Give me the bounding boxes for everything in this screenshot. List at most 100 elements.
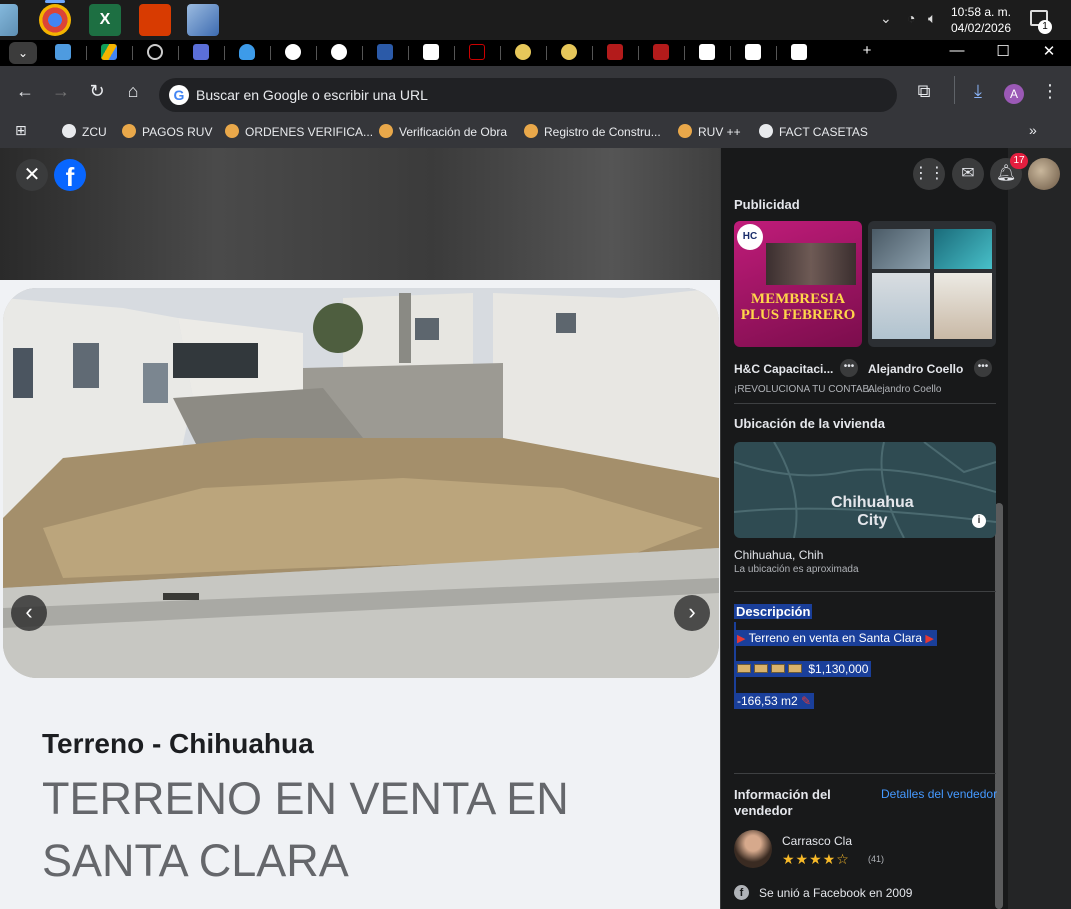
tab-favicon[interactable]: [561, 44, 577, 60]
new-tab-button[interactable]: +: [857, 42, 877, 59]
bookmark-label: FACT CASETAS: [779, 125, 868, 139]
globe-icon: [62, 124, 76, 138]
ad-more-options-icon[interactable]: •••: [840, 359, 858, 377]
tab-separator: [684, 46, 685, 60]
volume-icon[interactable]: 🔈︎: [928, 10, 936, 27]
messenger-icon[interactable]: ✉: [952, 158, 984, 190]
taskbar-clock[interactable]: 10:58 a. m. 04/02/2026: [941, 4, 1021, 36]
taskbar-app-icon[interactable]: [0, 4, 18, 36]
sidepanel-scrollbar[interactable]: [995, 503, 1003, 909]
bookmark-registro-constru[interactable]: Registro de Constru...: [524, 124, 661, 139]
reload-icon[interactable]: ↻: [87, 81, 107, 101]
address-bar-placeholder: Buscar en Google o escribir una URL: [196, 87, 428, 103]
map-label-line2: City: [857, 512, 888, 529]
close-window-button[interactable]: ✕: [1039, 42, 1059, 60]
description-line1-text: Terreno en venta en Santa Clara: [748, 631, 923, 645]
tab-favicon[interactable]: [791, 44, 807, 60]
description-area: -166,53 m2 ✎: [734, 693, 815, 709]
tab-separator: [362, 46, 363, 60]
pushpin-icon: ✎: [801, 694, 812, 708]
tab-google-icon[interactable]: [285, 44, 301, 60]
seller-name[interactable]: Carrasco Cla: [782, 834, 852, 848]
bookmark-fact-casetas[interactable]: FACT CASETAS: [759, 124, 868, 139]
tab-amazon-icon[interactable]: [423, 44, 439, 60]
bookmark-label: ORDENES VERIFICA...: [245, 125, 374, 139]
next-photo-button[interactable]: ›: [674, 595, 710, 631]
tab-favicon[interactable]: [377, 44, 393, 60]
prev-photo-button[interactable]: ‹: [11, 595, 47, 631]
notification-badge: 17: [1010, 153, 1028, 169]
tab-favicon[interactable]: [331, 44, 347, 60]
download-icon[interactable]: ⤓: [968, 81, 988, 101]
apps-menu-icon[interactable]: ⋮⋮: [913, 158, 945, 190]
address-bar[interactable]: G Buscar en Google o escribir una URL: [159, 78, 897, 112]
bookmarks-bar: ⊞ ZCU PAGOS RUV ORDENES VERIFICA... Veri…: [0, 116, 1071, 148]
location-map[interactable]: Chihuahua City i: [734, 442, 996, 538]
forward-arrow-icon[interactable]: →: [51, 81, 71, 101]
maximize-button[interactable]: ☐: [993, 42, 1013, 60]
ad-thumb: [934, 229, 992, 269]
ad-card-hc[interactable]: HC MEMBRESIA PLUS FEBRERO: [734, 221, 862, 347]
close-viewer-button[interactable]: ✕: [16, 159, 48, 191]
ad-name-coello[interactable]: Alejandro Coello: [868, 362, 963, 376]
tab-favicon[interactable]: [469, 44, 485, 60]
seller-avatar[interactable]: [734, 830, 772, 868]
map-info-icon[interactable]: i: [972, 514, 986, 528]
apps-grid-icon[interactable]: ⊞: [15, 122, 27, 139]
extensions-icon[interactable]: ⧉: [914, 81, 934, 101]
tab-favicon[interactable]: [745, 44, 761, 60]
tab-cloud-icon[interactable]: [239, 44, 255, 60]
minimize-button[interactable]: —: [947, 42, 967, 59]
taskbar-remote-desktop-icon[interactable]: [187, 4, 219, 36]
bookmark-verificacion-obra[interactable]: Verificación de Obra: [379, 124, 507, 139]
tab-separator: [500, 46, 501, 60]
back-arrow-icon[interactable]: ←: [15, 81, 35, 101]
description-area-text: -166,53 m2: [737, 694, 798, 708]
facebook-logo-icon[interactable]: f: [54, 159, 86, 192]
tab-favicon[interactable]: [607, 44, 623, 60]
clock-date: 04/02/2026: [950, 21, 1012, 35]
profile-avatar[interactable]: [1028, 158, 1060, 190]
tab-favicon[interactable]: [699, 44, 715, 60]
hc-logo: HC: [737, 224, 763, 250]
taskbar-office-icon[interactable]: [139, 4, 171, 36]
ad-sub-hc: ¡REVOLUCIONA TU CONTAB...: [734, 384, 878, 395]
seller-rating-stars: ★★★★☆: [782, 851, 850, 867]
money-icon: [754, 664, 768, 673]
ad-card-coello[interactable]: [868, 221, 996, 347]
notification-count: 1: [1038, 20, 1052, 34]
bookmark-zcu[interactable]: ZCU: [62, 124, 107, 139]
listing-category: Terreno - Chihuahua: [42, 728, 314, 759]
bookmark-pagos-ruv[interactable]: PAGOS RUV: [122, 124, 212, 139]
tab-favicon[interactable]: [653, 44, 669, 60]
tab-favicon[interactable]: [515, 44, 531, 60]
chevron-up-icon[interactable]: ⌄: [880, 10, 892, 27]
map-label-line1: Chihuahua: [831, 494, 914, 511]
profile-avatar[interactable]: A: [1004, 84, 1024, 104]
tab-separator: [454, 46, 455, 60]
seller-heading: Información del vendedor: [734, 787, 831, 818]
bookmark-ordenes-verifica[interactable]: ORDENES VERIFICA...: [225, 124, 373, 139]
tab-favicon[interactable]: [193, 44, 209, 60]
bookmark-ruv-plus[interactable]: RUV ++: [678, 124, 741, 139]
location-heading: Ubicación de la vivienda: [734, 416, 885, 431]
seller-details-link[interactable]: Detalles del vendedor: [881, 787, 997, 801]
ad-banner-line2: PLUS FEBRERO: [740, 307, 856, 323]
wifi-icon[interactable]: ◔: [907, 10, 915, 26]
ad-name-hc[interactable]: H&C Capacitaci...: [734, 362, 833, 376]
tab-chatgpt-icon[interactable]: [147, 44, 163, 60]
taskbar-excel-icon[interactable]: X: [89, 4, 121, 36]
more-bookmarks-icon[interactable]: »: [1029, 122, 1037, 138]
tab-search-button[interactable]: ⌄: [9, 42, 37, 64]
menu-kebab-icon[interactable]: ⋮: [1040, 81, 1060, 101]
listing-sidepanel: ⋮⋮ ✉ 🔔︎ 17 Publicidad HC MEMBRESIA PLUS …: [720, 148, 1071, 909]
tab-separator: [592, 46, 593, 60]
ruv-icon: [225, 124, 239, 138]
home-icon[interactable]: ⌂: [123, 81, 143, 101]
taskbar-chrome-icon[interactable]: [39, 0, 71, 36]
tab-favicon[interactable]: [55, 44, 71, 60]
tab-separator: [86, 46, 87, 60]
tab-separator: [408, 46, 409, 60]
tab-drive-icon[interactable]: [101, 44, 117, 60]
ad-more-options-icon[interactable]: •••: [974, 359, 992, 377]
